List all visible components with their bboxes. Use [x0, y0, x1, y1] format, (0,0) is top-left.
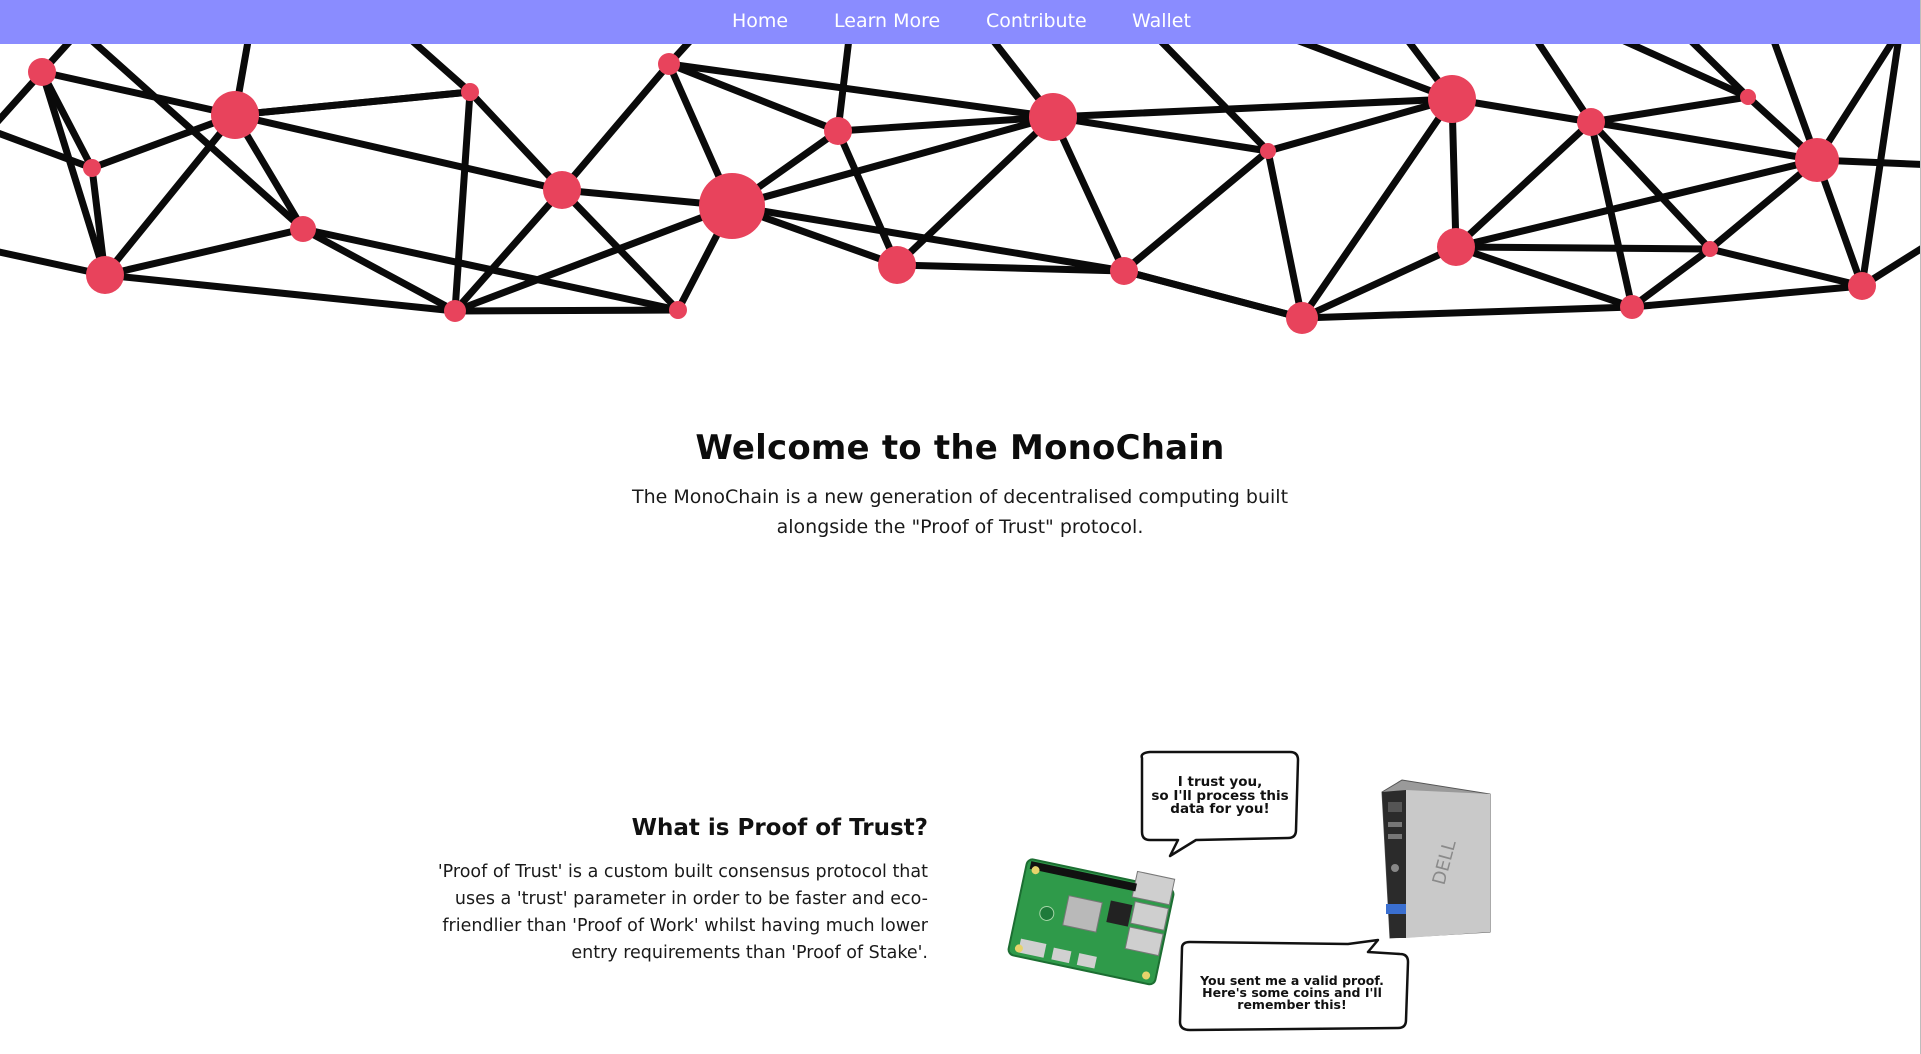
network-node [658, 53, 680, 75]
proof-of-trust-text: What is Proof of Trust? 'Proof of Trust'… [398, 815, 928, 967]
network-edge [90, 44, 307, 233]
hero-description: The MonoChain is a new generation of dec… [631, 486, 1289, 538]
proof-of-trust-illustration: I trust you, so I'll process this data f… [1000, 748, 1520, 1042]
network-node [211, 91, 259, 139]
network-edge [1706, 245, 1866, 290]
network-edge [451, 88, 474, 315]
network-node [1110, 257, 1138, 285]
network-node [824, 117, 852, 145]
bubble-top-line-3: data for you! [1170, 801, 1269, 817]
network-node [1740, 89, 1756, 105]
network-node [444, 300, 466, 322]
network-node [83, 159, 101, 177]
network-edge [1452, 243, 1636, 311]
page: Home Learn More Contribute Wallet Welcom… [0, 0, 1921, 1054]
network-edge [1264, 147, 1306, 322]
network-node [1620, 295, 1644, 319]
network-node [1029, 93, 1077, 141]
network-node [290, 216, 316, 242]
network-node [461, 83, 479, 101]
network-edge [410, 44, 474, 96]
nav-link-learn-more[interactable]: Learn More [834, 0, 940, 44]
network-graph-illustration [0, 44, 1920, 334]
network-edge [1298, 303, 1636, 322]
network-node [1428, 75, 1476, 123]
network-node [699, 173, 765, 239]
network-edge [558, 60, 673, 194]
proof-of-trust-description: 'Proof of Trust' is a custom built conse… [437, 862, 928, 963]
network-node [1795, 138, 1839, 182]
proof-of-trust-title: What is Proof of Trust? [631, 815, 928, 841]
network-edge [1628, 282, 1866, 311]
network-node [1702, 241, 1718, 257]
network-edge [1452, 243, 1714, 253]
network-node [543, 171, 581, 209]
network-edge [1297, 44, 1456, 103]
raspberry-pi-icon [1007, 858, 1176, 986]
hero-title: Welcome to the MonoChain [695, 428, 1225, 468]
network-node [669, 301, 687, 319]
network-node [1848, 272, 1876, 300]
network-graph-banner [0, 44, 1920, 344]
hero-section: Welcome to the MonoChain The MonoChain i… [0, 428, 1920, 542]
network-node [28, 58, 56, 86]
network-edge [451, 306, 682, 315]
bubble-bottom-line-3: remember this! [1237, 997, 1346, 1012]
proof-of-trust-diagram: I trust you, so I'll process this data f… [1007, 750, 1491, 1032]
network-node [1437, 228, 1475, 266]
network-edge [1049, 113, 1128, 275]
nav-link-wallet[interactable]: Wallet [1132, 0, 1191, 44]
nav-link-contribute[interactable]: Contribute [986, 0, 1087, 44]
network-edge [231, 88, 474, 119]
speech-bubble-bottom: You sent me a valid proof. Here's some c… [1178, 938, 1410, 1032]
network-node [86, 256, 124, 294]
speech-bubble-top: I trust you, so I'll process this data f… [1140, 750, 1300, 858]
network-edge [1587, 93, 1752, 126]
nav-link-home[interactable]: Home [732, 0, 788, 44]
desktop-pc-icon: DELL [1381, 779, 1491, 939]
network-node [878, 246, 916, 284]
network-edge [1120, 147, 1272, 275]
network-node [1260, 143, 1276, 159]
network-node [1577, 108, 1605, 136]
network-edge [231, 111, 566, 194]
top-navbar: Home Learn More Contribute Wallet [0, 0, 1920, 44]
network-node [1286, 302, 1318, 334]
network-edge [1120, 267, 1306, 322]
